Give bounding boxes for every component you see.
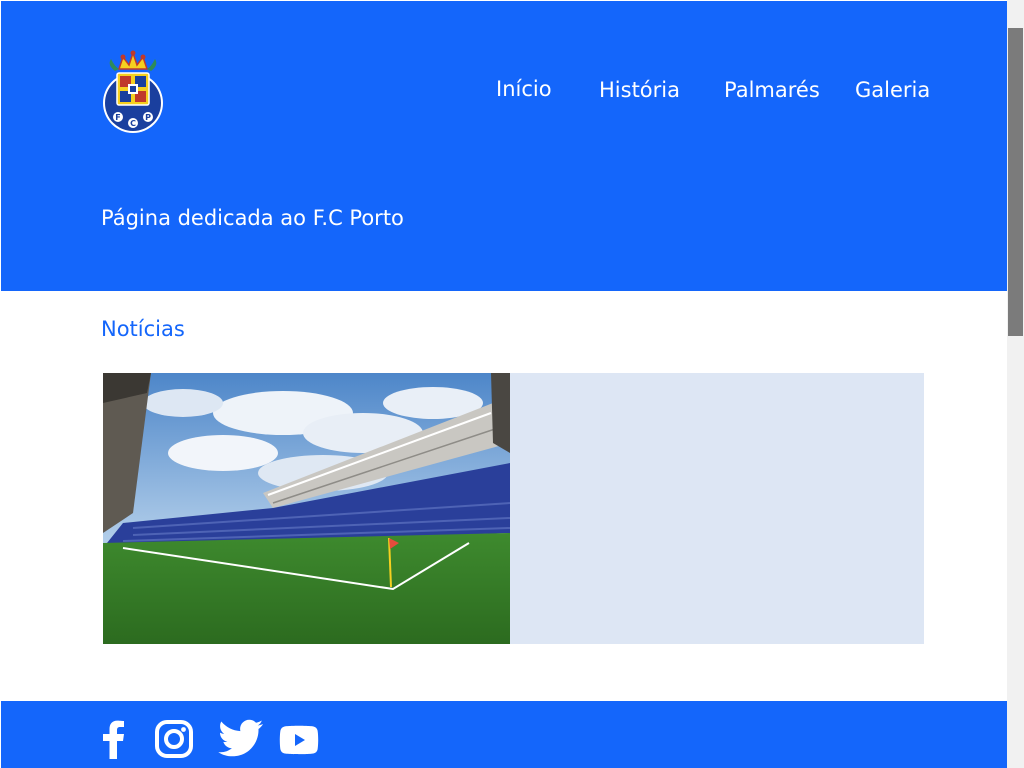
site-header: F C P Início História Palmarés Galeria P…: [1, 1, 1007, 291]
twitter-icon[interactable]: [218, 719, 264, 759]
scrollbar-thumb[interactable]: [1008, 28, 1023, 336]
facebook-icon[interactable]: [99, 719, 129, 759]
nav-link-historia[interactable]: História: [599, 76, 680, 104]
news-card[interactable]: [103, 373, 924, 644]
svg-text:C: C: [130, 119, 136, 128]
vertical-scrollbar[interactable]: [1007, 0, 1024, 768]
nav-link-palmares[interactable]: Palmarés: [724, 76, 820, 104]
youtube-icon[interactable]: [279, 719, 319, 759]
svg-text:F: F: [115, 113, 120, 122]
nav-link-inicio[interactable]: Início: [496, 75, 552, 103]
stadium-image[interactable]: [103, 373, 510, 644]
news-section-title: Notícias: [101, 317, 185, 341]
page-tagline: Página dedicada ao F.C Porto: [101, 206, 404, 230]
instagram-icon[interactable]: [154, 719, 194, 759]
site-footer: [1, 701, 1007, 768]
svg-text:P: P: [145, 113, 151, 122]
nav-link-galeria[interactable]: Galeria: [855, 76, 930, 104]
page: F C P Início História Palmarés Galeria P…: [1, 1, 1007, 768]
main-navigation: Início História Palmarés Galeria: [1, 75, 1007, 107]
